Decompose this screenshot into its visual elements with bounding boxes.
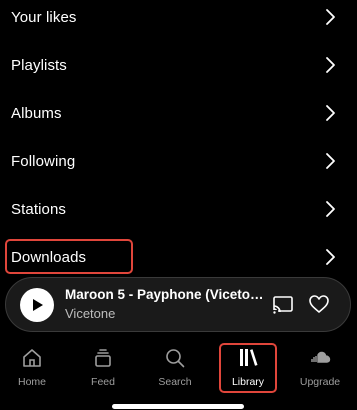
menu-item-label: Downloads — [11, 248, 87, 266]
menu-item-label: Albums — [11, 104, 62, 122]
menu-item-label: Following — [11, 152, 76, 170]
tab-label: Upgrade — [299, 376, 341, 388]
menu-item-downloads[interactable]: Downloads — [0, 235, 357, 279]
feed-icon — [95, 349, 111, 367]
menu-item-playlists[interactable]: Playlists — [0, 43, 357, 87]
track-artist: Vicetone — [65, 306, 116, 321]
menu-item-following[interactable]: Following — [0, 139, 357, 183]
chevron-right-icon — [326, 153, 335, 169]
tab-feed[interactable]: Feed — [73, 340, 133, 396]
menu-item-your-likes[interactable]: Your likes — [0, 0, 357, 39]
home-icon — [23, 349, 41, 367]
bottom-tab-bar: Home Feed Search Library Upgrade — [0, 340, 357, 396]
menu-item-stations[interactable]: Stations — [0, 187, 357, 231]
cast-icon[interactable] — [272, 294, 294, 316]
chevron-right-icon — [326, 105, 335, 121]
chevron-right-icon — [326, 201, 335, 217]
play-button[interactable] — [20, 288, 54, 322]
menu-item-label: Your likes — [11, 8, 77, 26]
cloud-icon — [311, 351, 331, 363]
menu-item-label: Stations — [11, 200, 66, 218]
tab-search[interactable]: Search — [145, 340, 205, 396]
tab-label: Home — [17, 376, 46, 388]
track-title: Maroon 5 - Payphone (Vicetone Remix) — [65, 287, 265, 302]
chevron-right-icon — [326, 57, 335, 73]
chevron-right-icon — [326, 9, 335, 25]
track-info[interactable]: Maroon 5 - Payphone (Vicetone Remix) Vic… — [65, 287, 265, 321]
heart-icon[interactable] — [308, 293, 330, 315]
play-icon — [33, 299, 43, 311]
tab-label: Library — [231, 376, 265, 388]
mini-player[interactable]: Maroon 5 - Payphone (Vicetone Remix) Vic… — [5, 277, 351, 332]
search-icon — [166, 349, 185, 368]
library-icon — [240, 349, 258, 366]
tab-upgrade[interactable]: Upgrade — [290, 340, 350, 396]
tab-label: Feed — [91, 376, 115, 388]
home-indicator — [112, 404, 244, 409]
menu-item-label: Playlists — [11, 56, 67, 74]
tab-library[interactable]: Library — [218, 340, 278, 396]
tab-label: Search — [158, 376, 192, 388]
chevron-right-icon — [326, 249, 335, 265]
menu-item-albums[interactable]: Albums — [0, 91, 357, 135]
tab-home[interactable]: Home — [2, 340, 62, 396]
